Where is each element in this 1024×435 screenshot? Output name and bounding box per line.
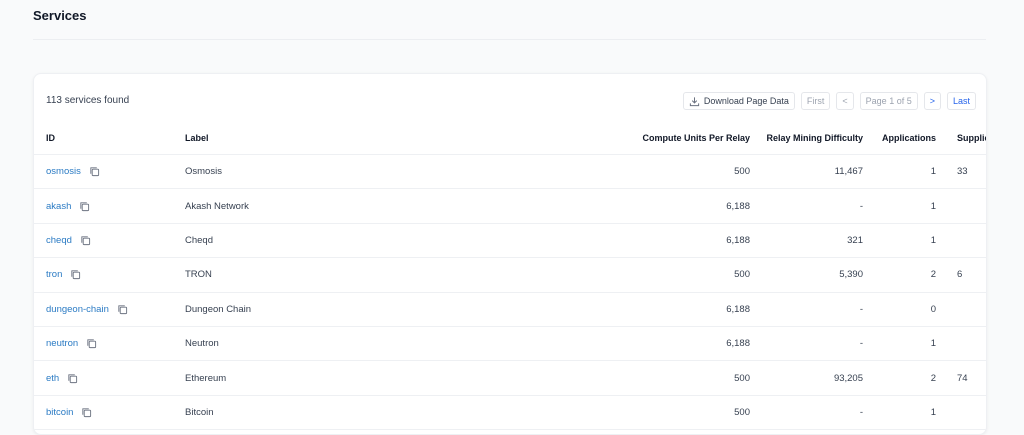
service-label: Dungeon Chain xyxy=(185,303,252,315)
compute-units-value: 500 xyxy=(734,269,750,281)
applications-value: 2 xyxy=(930,372,936,384)
relay-mining-difficulty-value: - xyxy=(859,200,863,212)
compute-units-value: 6,188 xyxy=(726,234,750,246)
service-label: TRON xyxy=(185,269,212,281)
table-row: osmosis Osmosis 500 11,467 1 33 xyxy=(34,155,986,190)
services-count: 113 services found xyxy=(46,95,130,106)
service-id-link[interactable]: dungeon-chain xyxy=(46,304,109,315)
table-row: neutron Neutron 6,188 - 1 xyxy=(34,327,986,362)
col-header-id[interactable]: ID xyxy=(46,122,55,154)
download-button-label: Download Page Data xyxy=(703,96,789,106)
next-page-button[interactable]: > xyxy=(923,92,941,110)
copy-icon[interactable] xyxy=(79,201,90,212)
applications-value: 2 xyxy=(930,269,936,281)
service-id-link[interactable]: neutron xyxy=(46,338,78,349)
relay-mining-difficulty-value: 11,467 xyxy=(834,166,863,178)
suppliers-value: 33 xyxy=(957,166,968,178)
copy-icon[interactable] xyxy=(117,304,128,315)
col-header-label[interactable]: Label xyxy=(185,122,209,154)
relay-mining-difficulty-value: - xyxy=(859,406,863,418)
applications-value: 1 xyxy=(930,406,936,418)
service-id-link[interactable]: eth xyxy=(46,373,59,384)
first-page-button[interactable]: First xyxy=(800,92,831,110)
service-id-link[interactable]: osmosis xyxy=(46,166,81,177)
copy-icon[interactable] xyxy=(81,407,92,418)
suppliers-value: 74 xyxy=(957,372,968,384)
pagination-controls: Download Page Data First < Page 1 of 5 >… xyxy=(682,92,976,110)
table-row: akash Akash Network 6,188 - 1 xyxy=(34,189,986,224)
relay-mining-difficulty-value: - xyxy=(859,338,863,350)
service-label: Neutron xyxy=(185,338,219,350)
compute-units-value: 500 xyxy=(734,372,750,384)
service-id-link[interactable]: cheqd xyxy=(46,235,72,246)
service-id-link[interactable]: akash xyxy=(46,201,71,212)
copy-icon[interactable] xyxy=(89,166,100,177)
page-title: Services xyxy=(33,8,87,23)
col-header-applications[interactable]: Applications xyxy=(882,122,936,154)
table-row: dungeon-chain Dungeon Chain 6,188 - 0 xyxy=(34,293,986,327)
service-label: Cheqd xyxy=(185,234,213,246)
services-card: 113 services found Download Page Data Fi… xyxy=(33,73,987,435)
compute-units-value: 6,188 xyxy=(726,303,750,315)
table-row: bitcoin Bitcoin 500 - 1 xyxy=(34,396,986,431)
applications-value: 0 xyxy=(930,303,936,315)
relay-mining-difficulty-value: 93,205 xyxy=(833,372,863,384)
services-table: ID Label Compute Units Per Relay Relay M… xyxy=(34,122,986,431)
relay-mining-difficulty-value: 5,390 xyxy=(839,269,863,281)
download-page-data-button[interactable]: Download Page Data xyxy=(682,92,795,110)
applications-value: 1 xyxy=(930,166,936,178)
copy-icon[interactable] xyxy=(70,269,81,280)
col-header-compute-units[interactable]: Compute Units Per Relay xyxy=(642,122,750,154)
col-header-suppliers[interactable]: Supplie xyxy=(957,122,986,154)
last-page-button[interactable]: Last xyxy=(946,92,976,110)
header-divider xyxy=(33,39,986,40)
table-row: tron TRON 500 5,390 2 6 xyxy=(34,258,986,293)
applications-value: 1 xyxy=(930,234,936,246)
copy-icon[interactable] xyxy=(67,373,78,384)
col-header-relay-mining-difficulty[interactable]: Relay Mining Difficulty xyxy=(766,122,863,154)
service-label: Osmosis xyxy=(185,166,222,178)
service-id-link[interactable]: bitcoin xyxy=(46,407,73,418)
applications-value: 1 xyxy=(930,338,936,350)
suppliers-value: 6 xyxy=(957,269,963,281)
download-icon xyxy=(689,96,699,106)
copy-icon[interactable] xyxy=(80,235,91,246)
service-id-link[interactable]: tron xyxy=(46,269,62,280)
relay-mining-difficulty-value: - xyxy=(859,303,863,315)
compute-units-value: 500 xyxy=(734,406,750,418)
compute-units-value: 6,188 xyxy=(726,338,750,350)
service-label: Ethereum xyxy=(185,372,227,384)
service-label: Akash Network xyxy=(185,200,249,212)
page-indicator: Page 1 of 5 xyxy=(859,92,918,110)
copy-icon[interactable] xyxy=(86,338,97,349)
table-row: cheqd Cheqd 6,188 321 1 xyxy=(34,224,986,259)
compute-units-value: 500 xyxy=(734,166,750,178)
prev-page-button[interactable]: < xyxy=(836,92,854,110)
compute-units-value: 6,188 xyxy=(726,200,750,212)
table-header: ID Label Compute Units Per Relay Relay M… xyxy=(34,122,986,155)
table-row: eth Ethereum 500 93,205 2 74 xyxy=(34,361,986,396)
service-label: Bitcoin xyxy=(185,406,214,418)
relay-mining-difficulty-value: 321 xyxy=(847,234,863,246)
applications-value: 1 xyxy=(930,200,936,212)
